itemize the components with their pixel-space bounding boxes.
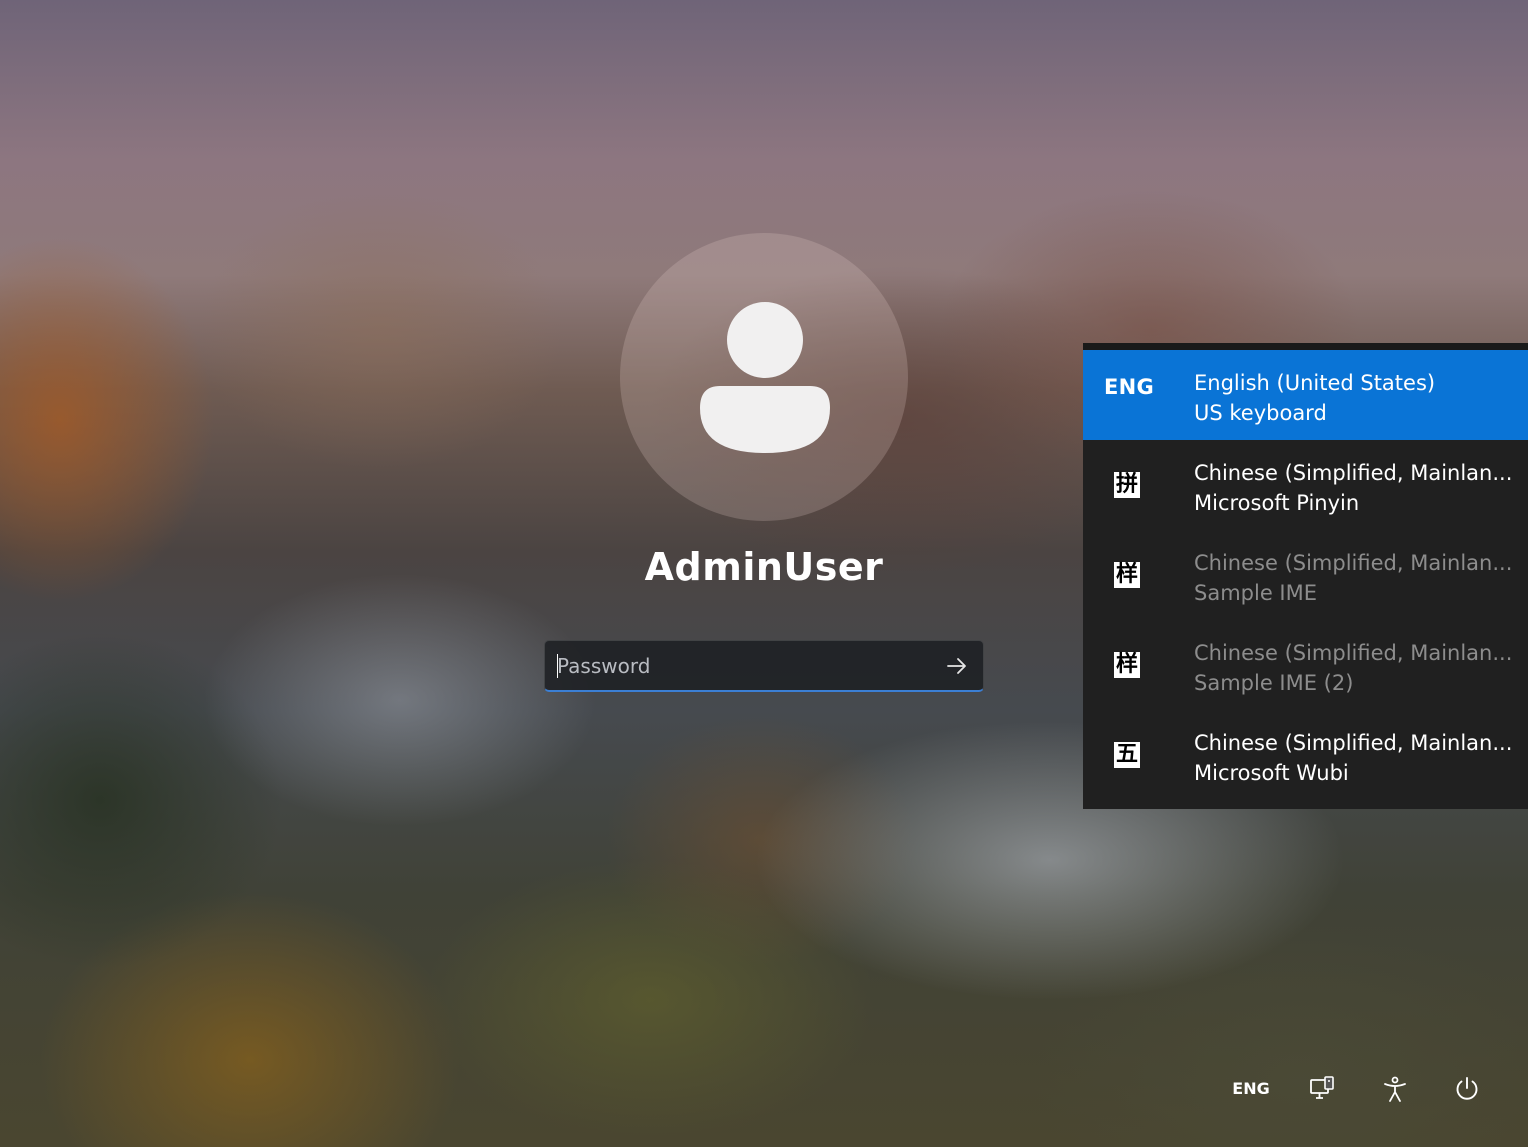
network-button[interactable] xyxy=(1304,1066,1342,1112)
network-icon xyxy=(1310,1076,1334,1099)
submit-button[interactable] xyxy=(945,654,969,678)
sample-ime-icon: 样 xyxy=(1114,562,1140,588)
language-item-english[interactable]: ENG English (United States) US keyboard xyxy=(1083,350,1528,440)
language-name: Chinese (Simplified, Mainlan... xyxy=(1194,731,1513,755)
person-icon xyxy=(700,302,830,453)
user-avatar xyxy=(620,233,908,521)
arrow-right-icon xyxy=(947,658,966,674)
language-item-sample-ime[interactable]: 样 Chinese (Simplified, Mainlan... Sample… xyxy=(1083,530,1528,620)
text-caret xyxy=(557,654,558,678)
password-field[interactable] xyxy=(544,640,984,692)
input-method-name: US keyboard xyxy=(1194,401,1327,425)
language-name: English (United States) xyxy=(1194,371,1436,395)
sample-ime-icon: 样 xyxy=(1114,652,1140,678)
power-icon xyxy=(1456,1077,1478,1100)
accessibility-icon xyxy=(1384,1076,1406,1102)
accessibility-button[interactable] xyxy=(1376,1066,1414,1112)
pinyin-ime-icon: 拼 xyxy=(1114,472,1140,498)
system-tray: ENG xyxy=(1218,1066,1508,1112)
language-item-sample-ime-2[interactable]: 样 Chinese (Simplified, Mainlan... Sample… xyxy=(1083,620,1528,710)
language-name: Chinese (Simplified, Mainlan... xyxy=(1194,641,1513,665)
input-method-name: Microsoft Pinyin xyxy=(1194,491,1360,515)
power-button[interactable] xyxy=(1448,1066,1486,1112)
wubi-ime-icon: 五 xyxy=(1114,742,1140,768)
input-method-name: Sample IME xyxy=(1194,581,1317,605)
input-method-name: Microsoft Wubi xyxy=(1194,761,1349,785)
language-name: Chinese (Simplified, Mainlan... xyxy=(1194,551,1513,575)
language-name: Chinese (Simplified, Mainlan... xyxy=(1194,461,1513,485)
password-input[interactable] xyxy=(557,641,927,691)
lock-screen: AdminUser ENG English (United States) US… xyxy=(0,0,1528,1147)
input-method-name: Sample IME (2) xyxy=(1194,671,1354,695)
language-switcher-button[interactable]: ENG xyxy=(1218,1066,1284,1112)
user-name: AdminUser xyxy=(644,545,884,589)
language-code: ENG xyxy=(1104,375,1155,399)
language-item-pinyin[interactable]: 拼 Chinese (Simplified, Mainlan... Micros… xyxy=(1083,440,1528,530)
language-item-wubi[interactable]: 五 Chinese (Simplified, Mainlan... Micros… xyxy=(1083,710,1528,800)
input-language-menu: ENG English (United States) US keyboard … xyxy=(1083,343,1528,809)
